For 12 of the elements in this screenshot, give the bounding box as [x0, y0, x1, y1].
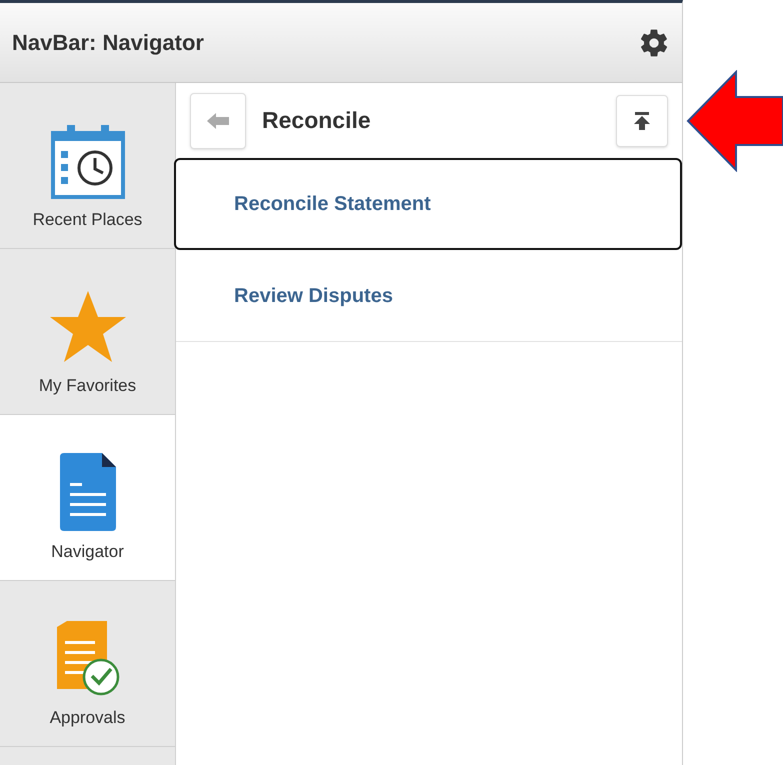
left-arrow-icon	[207, 112, 229, 128]
scroll-top-button[interactable]	[616, 94, 668, 146]
document-icon	[58, 452, 118, 530]
star-icon	[48, 288, 128, 364]
menu-item[interactable]: Reconcile Statement	[174, 158, 682, 250]
section-title: Reconcile	[262, 106, 372, 136]
approval-document-icon	[54, 620, 120, 696]
calendar-icon	[50, 122, 124, 198]
settings-icon[interactable]	[638, 26, 670, 58]
panel-title: NavBar: Navigator	[12, 29, 204, 57]
to-top-icon	[634, 112, 650, 130]
sidebar-tile[interactable]: Navigator	[0, 415, 175, 581]
